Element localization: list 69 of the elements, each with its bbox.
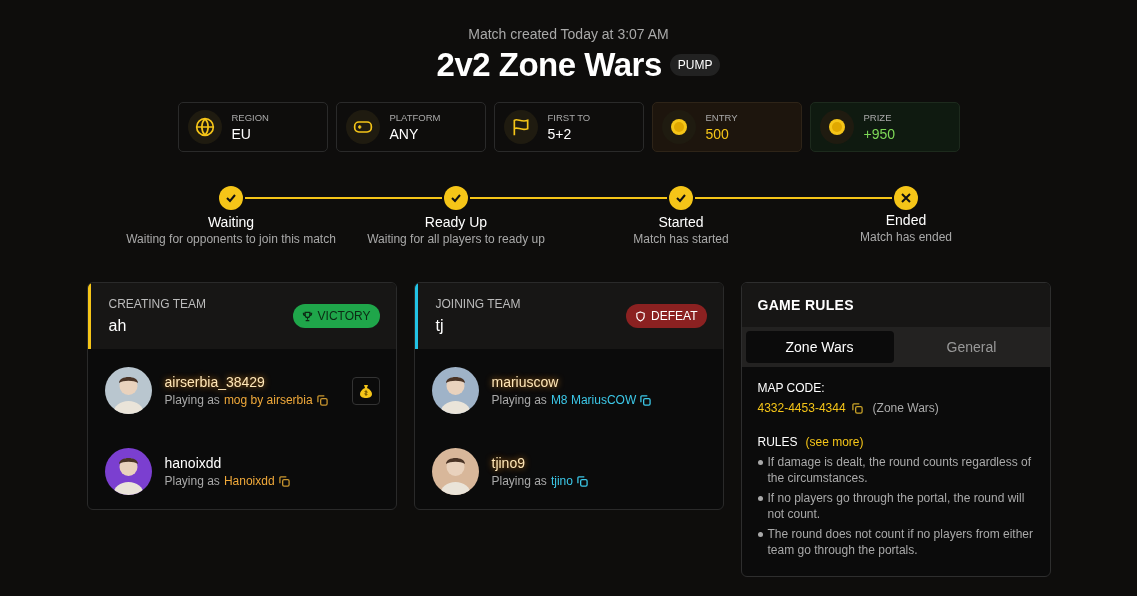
result-badge: VICTORY — [292, 304, 380, 328]
stat-label: PRIZE — [863, 112, 893, 123]
team-label: CREATING TEAM — [108, 297, 207, 311]
copy-icon[interactable] — [278, 475, 290, 487]
step-subtitle: Match has ended — [859, 230, 953, 244]
rule-text: If damage is dealt, the round counts regardless of the circumstances. — [767, 454, 1032, 486]
stat-value: ANY — [389, 126, 420, 142]
copy-icon[interactable] — [640, 394, 652, 406]
coin-icon — [670, 119, 687, 135]
ingame-name: mog by airserbia — [223, 393, 313, 407]
stat-value: +950 — [863, 126, 896, 142]
map-code: 4332-4453-4344 — [757, 401, 846, 415]
result-badge: DEFEAT — [626, 304, 707, 328]
rules-title: GAME RULES — [757, 297, 854, 313]
trophy-icon — [301, 310, 313, 322]
team-name: ah — [108, 317, 128, 335]
stat-label: FIRST TO — [547, 112, 591, 123]
map-name: (Zone Wars) — [872, 401, 939, 415]
step-title: Ready Up — [424, 214, 488, 230]
avatar — [104, 367, 152, 414]
playing-as-label: Playing as — [491, 393, 547, 407]
step-title: Ended — [885, 212, 927, 228]
money-bag-icon — [359, 383, 372, 398]
player-name: mariuscow — [491, 374, 559, 390]
shield-icon — [635, 310, 647, 322]
playing-as-label: Playing as — [164, 393, 220, 407]
player-name: airserbia_38429 — [164, 374, 265, 390]
bullet-icon — [757, 460, 763, 465]
match-title: 2v2 Zone Wars — [436, 46, 662, 84]
step-subtitle: Match has started — [633, 232, 729, 246]
rules-tab[interactable]: Zone Wars — [745, 331, 894, 363]
step-title: Waiting — [207, 214, 255, 230]
avatar — [431, 367, 479, 414]
bullet-icon — [757, 496, 763, 501]
stat-label: PLATFORM — [389, 112, 441, 123]
team-name: tj — [435, 317, 445, 335]
stat-value: 5+2 — [547, 126, 573, 142]
copy-icon[interactable] — [576, 475, 588, 487]
copy-icon[interactable] — [316, 394, 328, 406]
ingame-name: tjino — [550, 474, 573, 488]
match-created-text: Match created Today at 3:07 AM — [468, 26, 669, 42]
rules-tab[interactable]: General — [897, 331, 1046, 363]
stat-label: REGION — [231, 112, 269, 123]
stat-value: EU — [231, 126, 252, 142]
ingame-name: M8 MariusCOW — [550, 393, 637, 407]
playing-as-label: Playing as — [164, 474, 220, 488]
step-title: Started — [658, 214, 704, 230]
mode-tag: PUMP — [669, 54, 721, 76]
team-label: JOINING TEAM — [435, 297, 521, 311]
stat-label: ENTRY — [705, 112, 738, 123]
coin-icon — [828, 119, 845, 135]
avatar — [104, 448, 152, 495]
player-name: tjino9 — [491, 455, 525, 471]
money-bag-button[interactable] — [351, 376, 380, 405]
avatar — [431, 448, 479, 495]
globe-icon — [194, 117, 215, 137]
rule-text: If no players go through the portal, the round will not count. — [767, 490, 1026, 522]
bullet-icon — [757, 532, 763, 537]
copy-icon[interactable] — [851, 402, 863, 414]
step-subtitle: Waiting for all players to ready up — [367, 232, 545, 246]
rule-text: The round does not count if no players from either team go through the portals. — [767, 526, 1034, 558]
rules-label: RULES — [757, 435, 798, 449]
playing-as-label: Playing as — [491, 474, 547, 488]
ingame-name: Hanoixdd — [223, 474, 275, 488]
step-subtitle: Waiting for opponents to join this match — [126, 232, 336, 246]
see-more-link[interactable]: (see more) — [805, 435, 864, 449]
stat-value: 500 — [705, 126, 730, 142]
player-name: hanoixdd — [164, 455, 222, 471]
map-code-label: MAP CODE: — [757, 381, 826, 395]
